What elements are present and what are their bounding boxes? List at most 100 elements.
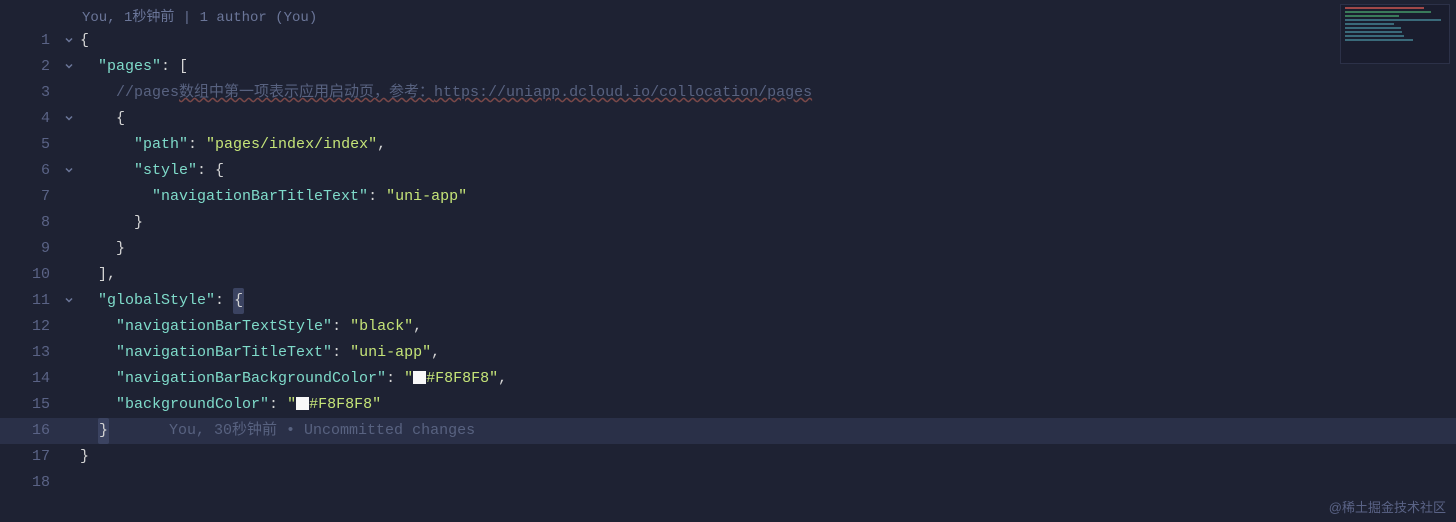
code-line[interactable]: 13 "navigationBarTitleText": "uni-app",	[0, 340, 1456, 366]
token-key: "navigationBarTextStyle"	[116, 318, 332, 335]
code-content[interactable]: "path": "pages/index/index",	[80, 132, 1456, 158]
minimap-line	[1345, 35, 1404, 37]
token-key: "style"	[134, 162, 197, 179]
token-punc: :	[188, 136, 206, 153]
token-punc: :	[386, 370, 404, 387]
line-number: 1	[0, 28, 58, 54]
fold-chevron-icon[interactable]	[58, 106, 80, 132]
token-key: "pages"	[98, 58, 161, 75]
token-brace: }	[134, 214, 143, 231]
code-content[interactable]: }	[80, 210, 1456, 236]
minimap[interactable]	[1340, 4, 1450, 64]
code-content[interactable]: "navigationBarTitleText": "uni-app"	[80, 184, 1456, 210]
code-line[interactable]: 1{	[0, 28, 1456, 54]
code-line[interactable]: 8 }	[0, 210, 1456, 236]
line-number: 15	[0, 392, 58, 418]
fold-chevron-icon[interactable]	[58, 54, 80, 80]
code-content[interactable]: ],	[80, 262, 1456, 288]
token-string: #F8F8F8"	[309, 396, 381, 413]
minimap-line	[1345, 11, 1431, 13]
code-line[interactable]: 4 {	[0, 106, 1456, 132]
token-key: "navigationBarTitleText"	[116, 344, 332, 361]
token-punc: :	[197, 162, 215, 179]
bracket-match: }	[98, 418, 109, 444]
watermark: @稀土掘金技术社区	[1329, 497, 1446, 516]
code-content[interactable]: "navigationBarTitleText": "uni-app",	[80, 340, 1456, 366]
line-number: 2	[0, 54, 58, 80]
line-number: 18	[0, 470, 58, 496]
minimap-line	[1345, 19, 1441, 21]
token-punc: ],	[98, 266, 116, 283]
token-punc: :	[332, 344, 350, 361]
code-line[interactable]: 6 "style": {	[0, 158, 1456, 184]
token-punc: ,	[377, 136, 386, 153]
code-content[interactable]: //pages数组中第一项表示应用启动页，参考：https://uniapp.d…	[80, 80, 1456, 106]
token-comment-cn: 数组中第一项表示应用启动页，参考：	[179, 84, 434, 101]
code-editor[interactable]: 1{2 "pages": [3 //pages数组中第一项表示应用启动页，参考：…	[0, 28, 1456, 496]
token-string: "black"	[350, 318, 413, 335]
color-swatch	[296, 397, 309, 410]
token-string: "	[287, 396, 296, 413]
code-line[interactable]: 17}	[0, 444, 1456, 470]
code-content[interactable]: "backgroundColor": "#F8F8F8"	[80, 392, 1456, 418]
token-punc: :	[269, 396, 287, 413]
code-content[interactable]: "style": {	[80, 158, 1456, 184]
code-content[interactable]: }	[80, 236, 1456, 262]
token-brace: }	[80, 448, 89, 465]
code-content[interactable]: {	[80, 28, 1456, 54]
token-punc: :	[215, 292, 233, 309]
minimap-line	[1345, 15, 1399, 17]
code-content[interactable]: "globalStyle": {	[80, 288, 1456, 314]
code-line[interactable]: 11 "globalStyle": {	[0, 288, 1456, 314]
code-line[interactable]: 9 }	[0, 236, 1456, 262]
minimap-line	[1345, 23, 1394, 25]
bracket-match: {	[233, 288, 244, 314]
code-content[interactable]: }	[80, 444, 1456, 470]
fold-chevron-icon[interactable]	[58, 288, 80, 314]
code-line[interactable]: 14 "navigationBarBackgroundColor": "#F8F…	[0, 366, 1456, 392]
code-content[interactable]: "pages": [	[80, 54, 1456, 80]
fold-chevron-icon[interactable]	[58, 158, 80, 184]
code-line[interactable]: 12 "navigationBarTextStyle": "black",	[0, 314, 1456, 340]
code-line[interactable]: 3 //pages数组中第一项表示应用启动页，参考：https://uniapp…	[0, 80, 1456, 106]
code-line[interactable]: 18	[0, 470, 1456, 496]
token-brace: {	[215, 162, 224, 179]
minimap-line	[1345, 39, 1413, 41]
token-string: "pages/index/index"	[206, 136, 377, 153]
minimap-line	[1345, 7, 1424, 9]
token-punc: :	[368, 188, 386, 205]
token-string: "	[404, 370, 413, 387]
token-punc: ,	[431, 344, 440, 361]
token-key: "path"	[134, 136, 188, 153]
token-brace: {	[80, 32, 89, 49]
git-blame-header: You, 1秒钟前 | 1 author (You)	[82, 6, 317, 26]
line-number: 12	[0, 314, 58, 340]
line-number: 4	[0, 106, 58, 132]
code-content[interactable]: }You, 30秒钟前 • Uncommitted changes	[80, 418, 1456, 444]
token-key: "navigationBarTitleText"	[152, 188, 368, 205]
code-line[interactable]: 16 }You, 30秒钟前 • Uncommitted changes	[0, 418, 1456, 444]
line-number: 10	[0, 262, 58, 288]
token-brace: }	[116, 240, 125, 257]
git-blame-inline: You, 30秒钟前 • Uncommitted changes	[109, 422, 475, 439]
token-brace: {	[116, 110, 125, 127]
fold-chevron-icon[interactable]	[58, 28, 80, 54]
line-number: 8	[0, 210, 58, 236]
code-content[interactable]: "navigationBarTextStyle": "black",	[80, 314, 1456, 340]
code-content[interactable]: {	[80, 106, 1456, 132]
line-number: 17	[0, 444, 58, 470]
minimap-line	[1345, 27, 1401, 29]
token-punc: ,	[498, 370, 507, 387]
code-line[interactable]: 7 "navigationBarTitleText": "uni-app"	[0, 184, 1456, 210]
code-content[interactable]: "navigationBarBackgroundColor": "#F8F8F8…	[80, 366, 1456, 392]
token-string: "uni-app"	[386, 188, 467, 205]
token-string: #F8F8F8"	[426, 370, 498, 387]
color-swatch	[413, 371, 426, 384]
line-number: 5	[0, 132, 58, 158]
line-number: 11	[0, 288, 58, 314]
code-line[interactable]: 10 ],	[0, 262, 1456, 288]
code-line[interactable]: 2 "pages": [	[0, 54, 1456, 80]
code-line[interactable]: 5 "path": "pages/index/index",	[0, 132, 1456, 158]
token-comment: //pages	[116, 84, 179, 101]
code-line[interactable]: 15 "backgroundColor": "#F8F8F8"	[0, 392, 1456, 418]
